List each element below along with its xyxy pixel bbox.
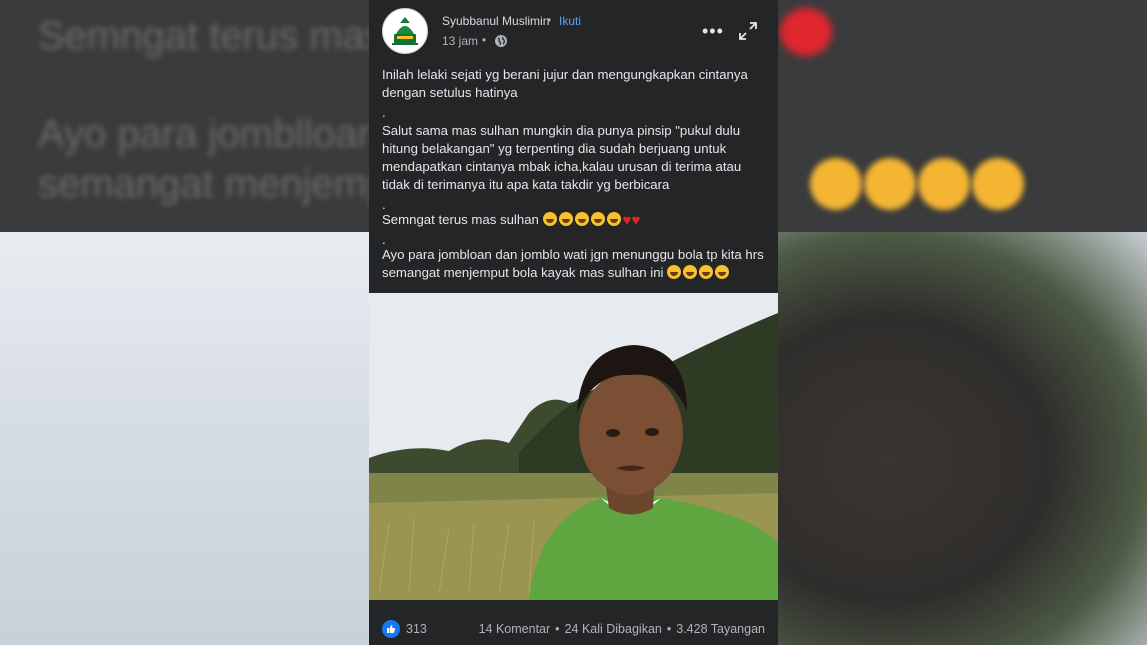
post-paragraph-separator: .	[382, 105, 386, 120]
view-count: 3.428 Tayangan	[676, 622, 765, 636]
like-icon[interactable]	[382, 620, 400, 638]
globe-icon	[495, 35, 507, 47]
video-player[interactable]	[369, 293, 778, 600]
separator-dot: •	[482, 33, 487, 47]
post-header: Syubbanul Muslimin • Ikuti 13 jam • •••	[369, 0, 778, 60]
blurred-background-text: semangat menjempu	[38, 162, 412, 206]
heart: ♥	[631, 212, 641, 229]
separator-dot: •	[547, 13, 552, 27]
post-timestamp[interactable]: 13 jam	[442, 34, 478, 48]
mosque-logo-icon	[392, 17, 418, 45]
emoji-grin	[715, 265, 730, 279]
post-paragraph: Semngat terus mas sulhan	[382, 212, 539, 227]
blurred-emoji	[810, 158, 862, 210]
post-paragraph-line: Ayo para jombloan dan jomblo wati jgn me…	[382, 246, 772, 282]
share-count[interactable]: 24 Kali Dibagikan	[565, 622, 662, 636]
page-avatar[interactable]	[382, 8, 428, 54]
follow-button[interactable]: Ikuti	[559, 14, 581, 28]
expand-icon[interactable]	[738, 21, 758, 41]
emoji-grin	[699, 265, 714, 279]
reaction-count[interactable]: 313	[406, 622, 427, 636]
separator-dot: •	[555, 622, 560, 636]
facebook-post: Syubbanul Muslimin • Ikuti 13 jam • ••• …	[369, 0, 778, 645]
post-paragraph: Salut sama mas sulhan mungkin dia punya …	[382, 123, 742, 192]
blurred-heart	[780, 8, 832, 56]
emoji-grin	[542, 212, 557, 226]
blurred-emoji	[918, 158, 970, 210]
comment-count[interactable]: 14 Komentar	[479, 622, 551, 636]
blurred-emoji	[864, 158, 916, 210]
page-name[interactable]: Syubbanul Muslimin	[442, 14, 549, 28]
video-frame	[369, 293, 778, 600]
emoji-grin	[667, 265, 682, 279]
blurred-background-text: Semngat terus mas s	[38, 14, 416, 58]
post-stats: 14 Komentar • 24 Kali Dibagikan • 3.428 Taya…	[479, 622, 765, 636]
blurred-emoji	[972, 158, 1024, 210]
blurred-background-face	[778, 232, 1147, 645]
heart: ♥	[622, 212, 632, 229]
more-options-icon[interactable]: •••	[702, 22, 724, 40]
emoji-grin	[606, 212, 621, 226]
blurred-background-text: Ayo para jomblloan d	[38, 112, 414, 156]
emoji-grin	[558, 212, 573, 226]
thumbs-up-glyph	[387, 625, 396, 633]
emoji-grin	[574, 212, 589, 226]
emoji-grin	[683, 265, 698, 279]
separator-dot: •	[666, 622, 672, 636]
emoji-grin	[590, 212, 605, 226]
post-paragraph: Inilah lelaki sejati yg berani jujur dan…	[382, 67, 748, 100]
post-message: Inilah lelaki sejati yg berani jujur dan…	[382, 66, 772, 282]
post-paragraph-line: Semngat terus mas sulhan ♥♥	[382, 211, 772, 229]
